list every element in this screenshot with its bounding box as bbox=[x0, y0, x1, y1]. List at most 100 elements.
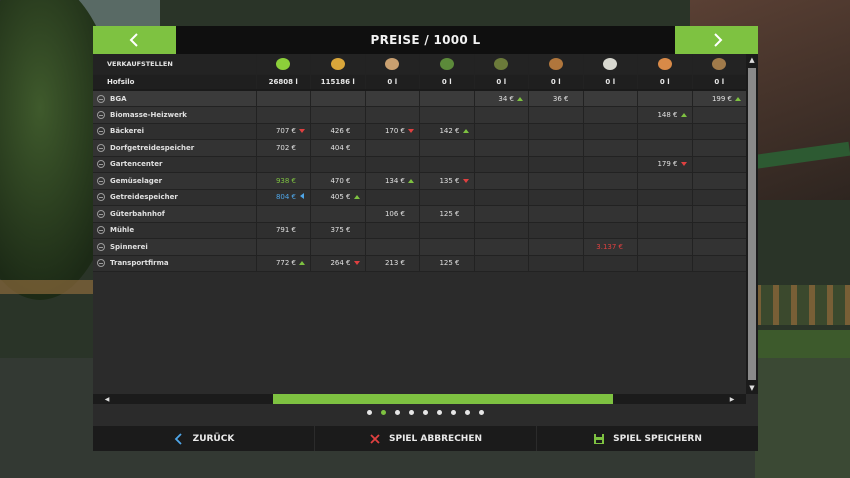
horizontal-scrollbar[interactable]: ◀ ▶ bbox=[93, 394, 746, 404]
minus-circle-icon[interactable] bbox=[97, 94, 105, 103]
silo-amount: 0 l bbox=[365, 74, 420, 91]
price-cell bbox=[583, 255, 638, 272]
page-dot[interactable] bbox=[423, 410, 428, 415]
price-cell bbox=[528, 123, 584, 140]
price-value: 3.137 € bbox=[596, 242, 623, 251]
goods-column-header bbox=[692, 54, 746, 75]
price-cell bbox=[474, 255, 529, 272]
page-title: PREISE / 1000 L bbox=[370, 33, 481, 47]
table-row[interactable]: Bäckerei 707 € 426 € 170 € 142 € bbox=[93, 123, 746, 140]
scroll-up-arrow-icon[interactable]: ▲ bbox=[746, 54, 758, 66]
minus-circle-icon[interactable] bbox=[97, 226, 105, 235]
sellpoint-name-cell: Biomasse-Heizwerk bbox=[93, 106, 257, 124]
price-cell bbox=[692, 156, 746, 173]
price-cell bbox=[637, 139, 693, 157]
next-page-button[interactable] bbox=[675, 26, 758, 54]
fence-right bbox=[755, 285, 850, 325]
price-cell bbox=[637, 205, 693, 223]
minus-circle-icon[interactable] bbox=[97, 193, 105, 202]
sellpoint-name-cell: Dorfgetreidespeicher bbox=[93, 139, 257, 157]
scroll-right-arrow-icon[interactable]: ▶ bbox=[726, 394, 738, 404]
price-cell: 148 € bbox=[637, 106, 693, 124]
price-cell bbox=[365, 156, 420, 173]
page-dot[interactable] bbox=[395, 410, 400, 415]
scroll-left-arrow-icon[interactable]: ◀ bbox=[101, 394, 113, 404]
price-table-container: VERKAUFSTELLEN Hofsilo 26808 l 115186 l0 … bbox=[93, 54, 746, 394]
table-row[interactable]: Güterbahnhof 106 € 125 € bbox=[93, 205, 746, 223]
price-value: 804 € bbox=[275, 193, 296, 202]
price-value: 405 € bbox=[330, 193, 351, 202]
page-dot[interactable] bbox=[381, 410, 386, 415]
horizontal-scroll-thumb[interactable] bbox=[273, 394, 613, 404]
minus-circle-icon[interactable] bbox=[97, 127, 105, 136]
page-dot[interactable] bbox=[409, 410, 414, 415]
table-row[interactable]: Gemüselager 938 € 470 € 134 € 135 € bbox=[93, 172, 746, 190]
price-cell bbox=[528, 205, 584, 223]
trend-down-icon bbox=[462, 178, 469, 183]
minus-circle-icon[interactable] bbox=[97, 143, 105, 152]
table-row[interactable]: Dorfgetreidespeicher 702 € 404 € bbox=[93, 139, 746, 157]
price-cell bbox=[474, 205, 529, 223]
price-cell bbox=[583, 189, 638, 206]
price-cell bbox=[637, 189, 693, 206]
save-game-label: SPIEL SPEICHERN bbox=[613, 433, 702, 444]
price-cell bbox=[419, 156, 475, 173]
price-cell bbox=[692, 139, 746, 157]
price-cell bbox=[310, 106, 366, 124]
price-cell bbox=[692, 238, 746, 256]
price-cell: 125 € bbox=[419, 255, 475, 272]
price-cell bbox=[583, 123, 638, 140]
table-row[interactable]: Biomasse-Heizwerk 148 € bbox=[93, 106, 746, 124]
price-cell bbox=[419, 222, 475, 239]
price-value: 426 € bbox=[330, 127, 351, 136]
vertical-scroll-thumb[interactable] bbox=[748, 68, 756, 380]
price-table: VERKAUFSTELLEN Hofsilo 26808 l 115186 l0 … bbox=[93, 54, 746, 272]
page-dot[interactable] bbox=[437, 410, 442, 415]
table-row[interactable]: Mühle 791 € 375 € bbox=[93, 222, 746, 239]
sellpoints-header: VERKAUFSTELLEN bbox=[93, 54, 257, 75]
price-cell: 142 € bbox=[419, 123, 475, 140]
price-cell bbox=[692, 123, 746, 140]
minus-circle-icon[interactable] bbox=[97, 110, 105, 119]
goods-column-header bbox=[310, 54, 366, 75]
price-cell bbox=[528, 156, 584, 173]
grass-icon bbox=[276, 57, 291, 70]
price-value: 264 € bbox=[330, 259, 351, 268]
price-cell bbox=[692, 172, 746, 190]
fence-left bbox=[0, 280, 95, 294]
minus-circle-icon[interactable] bbox=[97, 160, 105, 169]
minus-circle-icon[interactable] bbox=[97, 176, 105, 185]
scroll-down-arrow-icon[interactable]: ▼ bbox=[746, 382, 758, 394]
price-value: 134 € bbox=[384, 176, 405, 185]
table-row[interactable]: Getreidespeicher 804 € 405 € bbox=[93, 189, 746, 206]
table-row[interactable]: BGA 34 € 36 € 199 € bbox=[93, 89, 746, 107]
vertical-scrollbar[interactable]: ▲ ▼ bbox=[746, 54, 758, 394]
goods-column-header bbox=[419, 54, 475, 75]
back-button[interactable]: ZURÜCK bbox=[93, 426, 315, 451]
price-cell bbox=[583, 89, 638, 107]
price-cell: 791 € bbox=[256, 222, 311, 239]
page-dot[interactable] bbox=[451, 410, 456, 415]
table-row[interactable]: Gartencenter 179 € bbox=[93, 156, 746, 173]
price-value: 213 € bbox=[384, 259, 405, 268]
wool-icon bbox=[603, 57, 618, 70]
table-row[interactable]: Transportfirma 772 € 264 € 213 € 125 € bbox=[93, 255, 746, 272]
minus-circle-icon[interactable] bbox=[97, 209, 105, 218]
chevron-right-icon bbox=[713, 33, 722, 47]
price-cell bbox=[365, 222, 420, 239]
minus-circle-icon[interactable] bbox=[97, 242, 105, 251]
page-dot[interactable] bbox=[479, 410, 484, 415]
page-dot[interactable] bbox=[367, 410, 372, 415]
cancel-game-button[interactable]: SPIEL ABBRECHEN bbox=[315, 426, 537, 451]
save-game-button[interactable]: SPIEL SPEICHERN bbox=[537, 426, 758, 451]
page-dot[interactable] bbox=[465, 410, 470, 415]
price-cell bbox=[419, 106, 475, 124]
previous-page-button[interactable] bbox=[93, 26, 176, 54]
price-cell bbox=[692, 222, 746, 239]
price-value: 791 € bbox=[275, 226, 296, 235]
minus-circle-icon[interactable] bbox=[97, 259, 105, 268]
trend-up-icon bbox=[353, 195, 360, 200]
table-row[interactable]: Spinnerei 3.137 € bbox=[93, 238, 746, 256]
price-cell: 804 € bbox=[256, 189, 311, 206]
price-value: 702 € bbox=[275, 143, 296, 152]
